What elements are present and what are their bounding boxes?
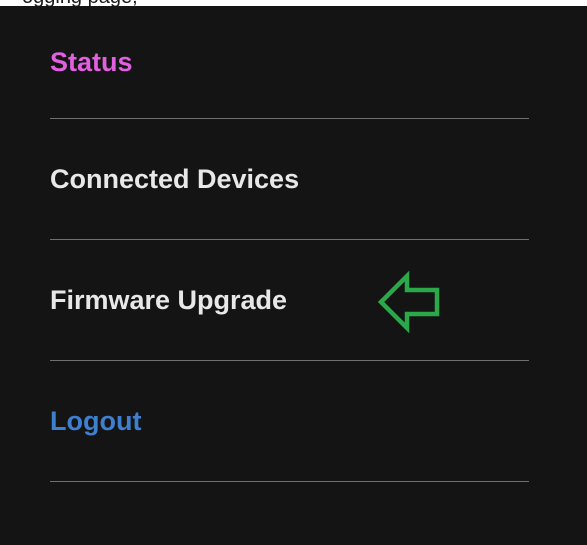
screenshot-frame: ogging page, Status Connected Devices Fi…	[0, 0, 587, 545]
menu-item-label: Status	[50, 46, 133, 77]
menu-item-firmware-upgrade[interactable]: Firmware Upgrade	[50, 240, 529, 361]
menu-item-status[interactable]: Status	[50, 6, 529, 119]
menu-item-logout[interactable]: Logout	[50, 361, 529, 482]
arrow-outline-path	[377, 270, 440, 334]
menu-item-label: Firmware Upgrade	[50, 284, 288, 315]
navigation-menu: Status Connected Devices Firmware Upgrad…	[0, 6, 587, 545]
menu-item-connected-devices[interactable]: Connected Devices	[50, 119, 529, 240]
menu-item-label: Connected Devices	[50, 163, 300, 194]
menu-item-label: Logout	[50, 405, 142, 436]
left-arrow-outline-icon	[377, 270, 440, 334]
